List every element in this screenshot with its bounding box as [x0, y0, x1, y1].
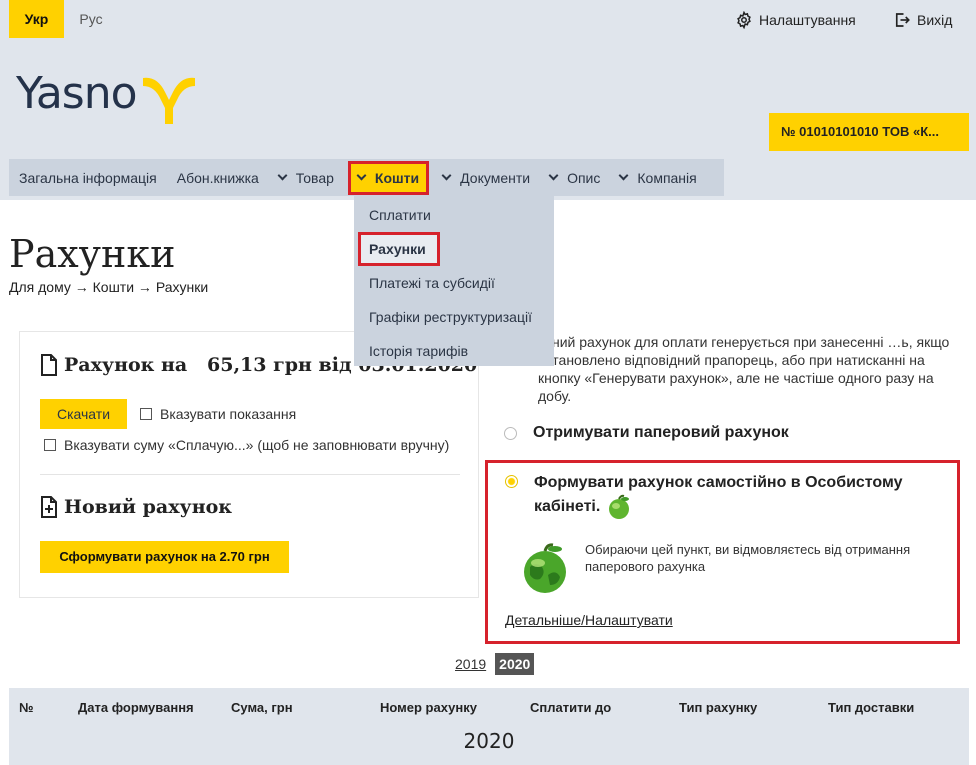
checkbox-box[interactable] [44, 439, 56, 451]
lang-rus[interactable]: Рус [70, 0, 112, 38]
logo-mark-icon [142, 77, 195, 124]
exit-link[interactable]: Вихід [893, 10, 952, 30]
funds-dropdown-menu: Сплатити Рахунки Платежі та субсидії Гра… [354, 196, 554, 366]
breadcrumb: Для дому → Кошти → Рахунки [9, 279, 209, 295]
radio-button[interactable] [504, 427, 517, 440]
option-label: Отримувати паперовий рахунок [533, 424, 789, 441]
option-note: Обираючи цей пункт, ви відмовляєтесь від… [585, 542, 911, 574]
nav-label: Загальна інформація [19, 169, 157, 186]
green-apple-globe-icon [524, 543, 566, 593]
exit-label: Вихід [917, 12, 953, 28]
nav-general[interactable]: Загальна інформація [9, 159, 167, 196]
column-header: Дата формування [78, 700, 194, 715]
menu-item-pay[interactable]: Сплатити [354, 198, 554, 232]
nav-funds[interactable]: Кошти [347, 160, 430, 195]
nav-description[interactable]: Опис [540, 159, 610, 196]
nav-documents[interactable]: Документи [433, 159, 540, 196]
year-tabs: 2019 2020 [451, 653, 539, 675]
logo-text: Yasno [16, 68, 138, 119]
table-group-year: 2020 [463, 729, 515, 753]
invoice-heading-text: Рахунок на [64, 354, 188, 376]
new-invoice-heading: Новий рахунок [40, 496, 232, 518]
invoice-card: Рахунок на 65,13 грн від 03.01.2020 Скач… [19, 331, 479, 598]
details-settings-link[interactable]: Детальніше/Налаштувати [505, 612, 673, 628]
document-plus-icon [41, 496, 57, 518]
checkbox-label: Вказувати суму «Сплачую...» (щоб не запо… [64, 437, 450, 453]
column-header: Тип доставки [828, 700, 915, 715]
chevron-down-icon [618, 170, 629, 181]
settings-link[interactable]: Налаштування [735, 10, 856, 30]
menu-item-tariff-history[interactable]: Історія тарифів [354, 334, 554, 368]
option-label-wrap: Формувати рахунок самостійно в Особистом… [534, 472, 925, 520]
column-header: Тип рахунку [679, 700, 758, 715]
show-readings-checkbox[interactable]: Вказувати показання [140, 406, 296, 422]
radio-button-selected[interactable] [505, 475, 518, 488]
nav-label: Абон.книжка [176, 169, 259, 186]
main-nav: Загальна інформація Абон.книжка Товар Ко… [9, 159, 724, 196]
invoice-info-text: …ний рахунок для оплати генерується при … [538, 334, 950, 404]
chevron-down-icon [548, 170, 559, 181]
nav-product[interactable]: Товар [269, 159, 344, 196]
menu-item-payments[interactable]: Платежі та субсидії [354, 266, 554, 300]
nav-abon[interactable]: Абон.книжка [167, 159, 269, 196]
year-tab-2019[interactable]: 2019 [451, 653, 490, 675]
nav-label: Опис [567, 169, 601, 186]
column-header: Сума, грн [231, 700, 293, 715]
new-invoice-heading-text: Новий рахунок [64, 496, 233, 518]
show-sum-checkbox[interactable]: Вказувати суму «Сплачую...» (щоб не запо… [44, 437, 449, 453]
self-invoice-option[interactable]: Формувати рахунок самостійно в Особистом… [505, 472, 925, 520]
nav-label: Товар [295, 169, 334, 186]
invoices-table-header: № Дата формування Сума, грн Номер рахунк… [9, 688, 969, 765]
download-button[interactable]: Скачати [40, 399, 127, 429]
checkbox-label: Вказувати показання [160, 406, 297, 422]
menu-item-invoices[interactable]: Рахунки [358, 232, 440, 266]
nav-company[interactable]: Компанія [610, 159, 706, 196]
logout-icon [895, 13, 910, 27]
chevron-down-icon [441, 170, 452, 181]
year-tab-2020[interactable]: 2020 [495, 653, 535, 675]
lang-ukr[interactable]: Укр [9, 0, 64, 38]
gear-icon [737, 11, 751, 29]
logo[interactable]: Yasno [16, 72, 199, 128]
page-title: Рахунки [9, 232, 176, 276]
checkbox-box[interactable] [140, 408, 152, 420]
invoice-heading: Рахунок на [40, 354, 187, 376]
chevron-down-icon [356, 170, 367, 181]
paper-invoice-option[interactable]: Отримувати паперовий рахунок [504, 424, 789, 442]
chevron-down-icon [277, 170, 288, 181]
column-header: Номер рахунку [380, 700, 477, 715]
divider [40, 474, 460, 475]
self-invoice-option-box: Формувати рахунок самостійно в Особистом… [485, 460, 960, 644]
nav-label: Компанія [637, 169, 697, 186]
menu-item-restructuring[interactable]: Графіки реструктуризації [354, 300, 554, 334]
green-apple-icon [609, 494, 630, 519]
column-header: Сплатити до [530, 700, 612, 715]
generate-invoice-button[interactable]: Сформувати рахунок на 2.70 грн [40, 541, 289, 573]
document-icon [41, 354, 57, 376]
nav-label: Документи [460, 169, 531, 186]
nav-label: Кошти [374, 169, 420, 186]
option-label: Формувати рахунок самостійно в Особистом… [534, 474, 903, 516]
column-header: № [19, 700, 34, 715]
settings-label: Налаштування [759, 12, 856, 28]
account-button[interactable]: № 01010101010 ТОВ «К... [769, 113, 969, 151]
